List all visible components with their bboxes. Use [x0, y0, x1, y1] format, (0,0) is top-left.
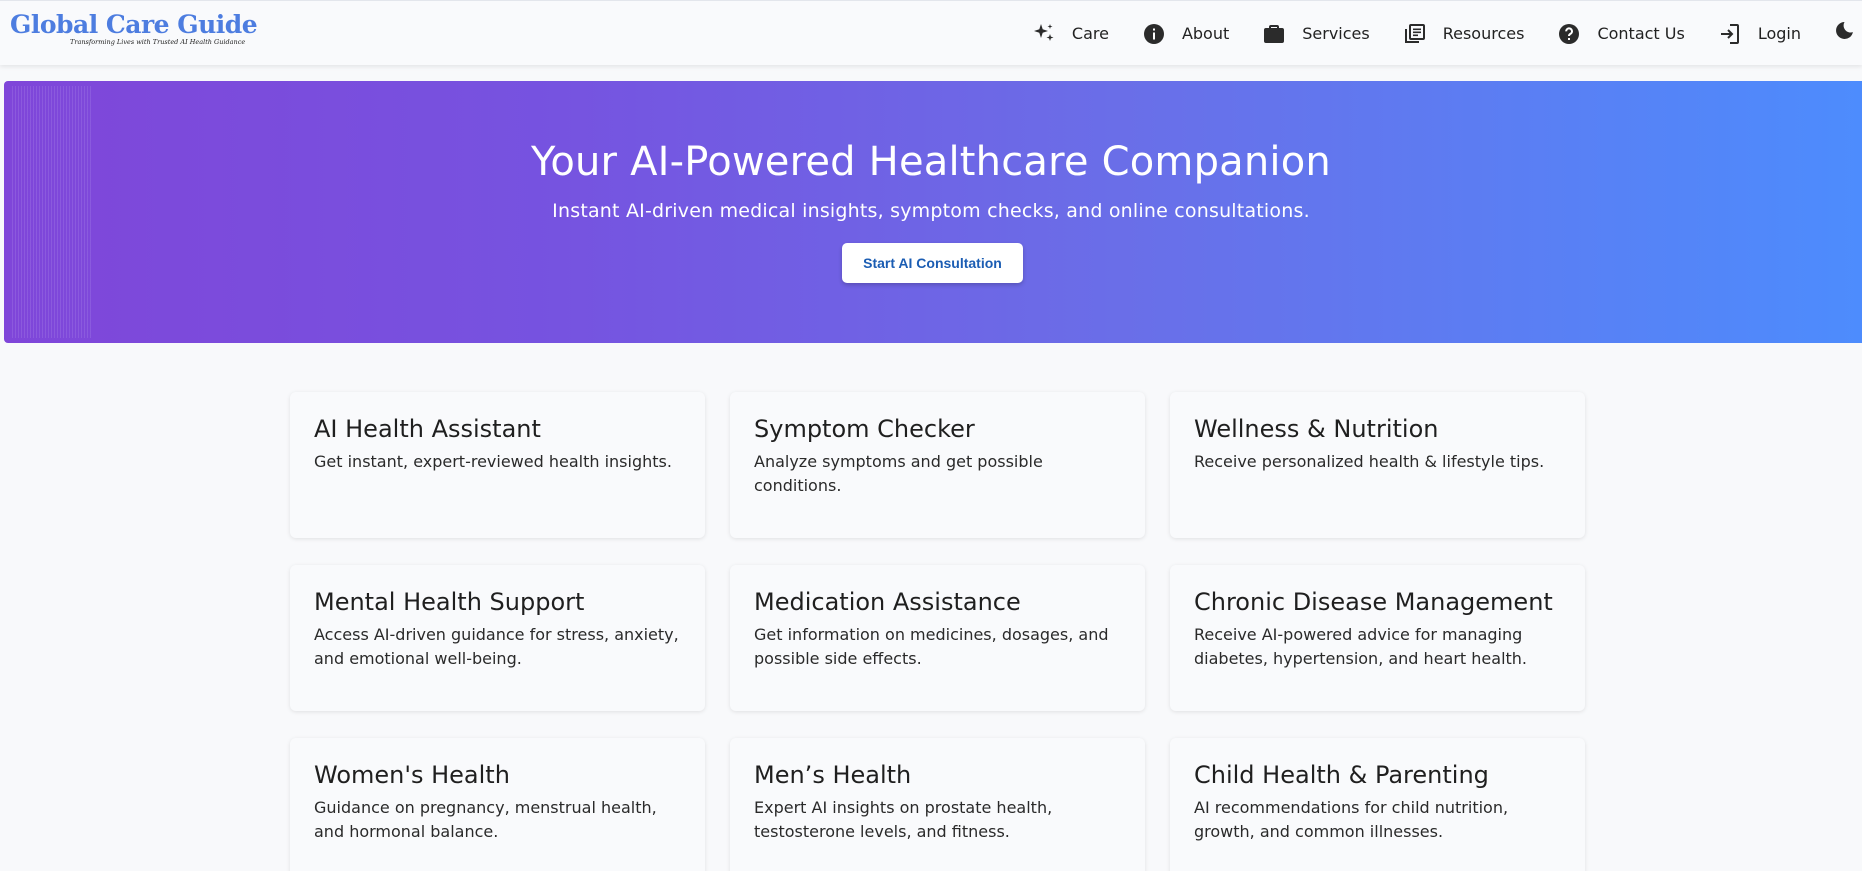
- feature-card[interactable]: AI Health Assistant Get instant, expert-…: [290, 392, 705, 538]
- sparkle-icon: [1032, 22, 1056, 46]
- card-description: Receive AI-powered advice for managing d…: [1194, 625, 1528, 668]
- info-icon: [1142, 22, 1166, 46]
- nav-label-resources: Resources: [1442, 24, 1525, 43]
- nav-item-services[interactable]: Services: [1244, 14, 1384, 54]
- nav-label-services: Services: [1302, 24, 1370, 43]
- card-description: Get instant, expert-reviewed health insi…: [314, 452, 672, 471]
- card-title: Women's Health: [314, 761, 510, 789]
- navbar: Global Care Guide Transforming Lives wit…: [0, 0, 1862, 65]
- brand-tagline: Transforming Lives with Trusted AI Healt…: [70, 38, 246, 46]
- card-title: Wellness & Nutrition: [1194, 415, 1439, 443]
- nav-label-login: Login: [1757, 24, 1801, 43]
- card-description: Expert AI insights on prostate health, t…: [754, 798, 1053, 841]
- nav-item-login[interactable]: Login: [1700, 14, 1816, 54]
- moon-icon: [1836, 22, 1853, 39]
- nav-item-contact[interactable]: Contact Us: [1539, 14, 1699, 54]
- card-description: Receive personalized health & lifestyle …: [1194, 452, 1545, 471]
- nav-item-about[interactable]: About: [1124, 14, 1244, 54]
- feature-card[interactable]: Child Health & Parenting AI recommendati…: [1170, 738, 1585, 871]
- help-icon: [1557, 22, 1581, 46]
- card-description: Guidance on pregnancy, menstrual health,…: [314, 798, 657, 841]
- start-consultation-button[interactable]: Start AI Consultation: [842, 243, 1023, 283]
- hero-subtitle: Instant AI-driven medical insights, symp…: [552, 200, 1310, 222]
- card-title: Symptom Checker: [754, 415, 975, 443]
- brand-name: Global Care Guide: [10, 10, 258, 39]
- card-title: AI Health Assistant: [314, 415, 541, 443]
- card-title: Men’s Health: [754, 761, 912, 789]
- feature-card[interactable]: Women's Health Guidance on pregnancy, me…: [290, 738, 705, 871]
- feature-card[interactable]: Chronic Disease Management Receive AI-po…: [1170, 565, 1585, 711]
- card-description: AI recommendations for child nutrition, …: [1194, 798, 1509, 841]
- library-books-icon: [1403, 22, 1427, 46]
- card-title: Mental Health Support: [314, 588, 585, 616]
- nav-label-care: Care: [1071, 24, 1109, 43]
- brand-logo[interactable]: Global Care Guide Transforming Lives wit…: [10, 10, 258, 47]
- nav-label-about: About: [1181, 24, 1230, 43]
- feature-card[interactable]: Symptom Checker Analyze symptoms and get…: [730, 392, 1145, 538]
- main-nav: Care About Services Resources Contact Us: [1014, 1, 1816, 66]
- nav-item-care[interactable]: Care: [1014, 14, 1124, 54]
- card-title: Child Health & Parenting: [1194, 761, 1489, 789]
- login-icon: [1718, 22, 1742, 46]
- feature-card[interactable]: Men’s Health Expert AI insights on prost…: [730, 738, 1145, 871]
- feature-card[interactable]: Medication Assistance Get information on…: [730, 565, 1145, 711]
- card-title: Medication Assistance: [754, 588, 1021, 616]
- card-description: Analyze symptoms and get possible condit…: [754, 452, 1043, 495]
- feature-card[interactable]: Mental Health Support Access AI-driven g…: [290, 565, 705, 711]
- briefcase-icon: [1262, 22, 1286, 46]
- nav-item-resources[interactable]: Resources: [1385, 14, 1540, 54]
- feature-grid: AI Health Assistant Get instant, expert-…: [290, 392, 1585, 871]
- card-title: Chronic Disease Management: [1194, 588, 1553, 616]
- feature-card[interactable]: Wellness & Nutrition Receive personalize…: [1170, 392, 1585, 538]
- nav-label-contact: Contact Us: [1597, 24, 1685, 43]
- card-description: Access AI-driven guidance for stress, an…: [314, 625, 679, 668]
- card-description: Get information on medicines, dosages, a…: [754, 625, 1109, 668]
- theme-toggle-button[interactable]: [1832, 19, 1856, 43]
- hero-title: Your AI-Powered Healthcare Companion: [531, 139, 1331, 185]
